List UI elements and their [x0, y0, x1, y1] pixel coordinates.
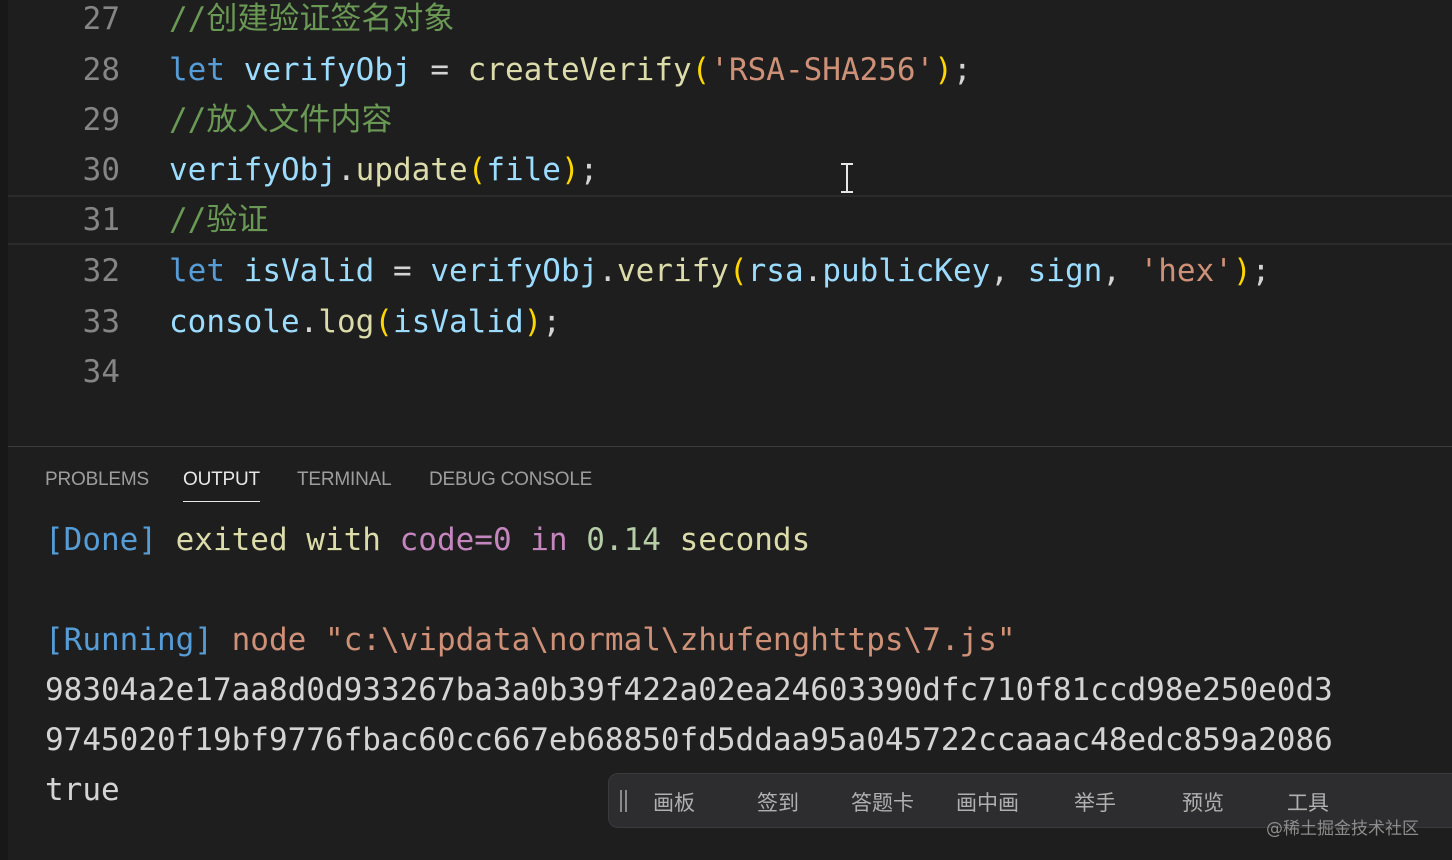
- toolbar-item-answer-card[interactable]: 答题卡: [851, 787, 914, 817]
- exit-code: code=0: [399, 522, 512, 558]
- running-path: "c:\vipdata\normal\zhufenghttps\7.js": [324, 622, 1016, 658]
- line-number: 33: [82, 304, 120, 340]
- object-name: console: [169, 304, 300, 340]
- dot: .: [598, 253, 617, 289]
- tab-terminal[interactable]: TERMINAL: [297, 469, 392, 491]
- line-number: 29: [82, 102, 120, 138]
- toolbar-item-picture-in-picture[interactable]: 画中画: [956, 787, 1019, 817]
- keyword: let: [169, 52, 225, 88]
- output-line-running: [Running] node "c:\vipdata\normal\zhufen…: [45, 615, 1016, 665]
- code-line[interactable]: 28 let verifyObj = createVerify('RSA-SHA…: [8, 45, 1452, 95]
- comment: //放入文件内容: [169, 102, 393, 138]
- line-number: 30: [82, 152, 120, 188]
- line-code: //创建验证签名对象: [169, 0, 454, 44]
- string-literal: 'hex': [1139, 253, 1233, 289]
- comma: ,: [1102, 253, 1140, 289]
- semicolon: ;: [542, 304, 561, 340]
- line-number: 28: [82, 52, 120, 88]
- line-number: 27: [82, 1, 120, 37]
- activity-strip: [0, 0, 8, 860]
- elapsed-time: 0.14: [586, 522, 661, 558]
- operator: =: [411, 52, 468, 88]
- screen: 27 //创建验证签名对象 28 let verifyObj = createV…: [0, 0, 1452, 860]
- object-name: verifyObj: [430, 253, 599, 289]
- comment: //验证: [169, 202, 269, 238]
- output-result: true: [45, 772, 120, 808]
- object-name: verifyObj: [169, 152, 337, 188]
- comment: //创建验证签名对象: [169, 1, 455, 37]
- code-line-current[interactable]: 31 //验证: [8, 195, 1452, 245]
- line-code: let isValid = verifyObj.verify(rsa.publi…: [169, 246, 1270, 296]
- output-hash-line: 9745020f19bf9776fbac60cc667eb68850fd5dda…: [45, 722, 1333, 758]
- semicolon: ;: [952, 52, 972, 88]
- semicolon: ;: [1251, 253, 1271, 289]
- semicolon: ;: [579, 152, 599, 188]
- code-line[interactable]: 33 console.log(isValid);: [8, 297, 1452, 347]
- output-line-done: [Done] exited with code=0 in 0.14 second…: [45, 515, 810, 565]
- done-tag: [Done]: [45, 522, 157, 558]
- operator: =: [374, 253, 431, 289]
- line-number: 32: [82, 253, 120, 289]
- code-line[interactable]: 34: [8, 347, 1452, 397]
- seconds-label: seconds: [660, 522, 811, 558]
- argument: rsa: [747, 253, 804, 289]
- dot: .: [803, 253, 823, 289]
- tab-output[interactable]: OUTPUT: [183, 469, 260, 502]
- toolbar-item-preview[interactable]: 预览: [1182, 787, 1224, 817]
- variable: verifyObj: [243, 52, 412, 88]
- dot: .: [336, 152, 356, 188]
- bracket: ): [934, 52, 953, 88]
- variable: isValid: [243, 253, 375, 289]
- line-number: 34: [82, 354, 120, 390]
- string-literal: 'RSA-SHA256': [710, 52, 935, 88]
- bracket: ): [1232, 253, 1252, 289]
- argument: file: [486, 152, 561, 188]
- running-tag: [Running]: [45, 622, 213, 658]
- code-line[interactable]: 29 //放入文件内容: [8, 95, 1452, 145]
- bracket: (: [691, 52, 711, 88]
- tab-debug-console[interactable]: DEBUG CONSOLE: [429, 469, 592, 491]
- line-code: let verifyObj = createVerify('RSA-SHA256…: [169, 45, 972, 95]
- function-name: verify: [616, 253, 729, 289]
- line-code: verifyObj.update(file);: [169, 145, 598, 195]
- drag-handle-icon[interactable]: [620, 790, 628, 812]
- panel-tabs: PROBLEMS OUTPUT TERMINAL DEBUG CONSOLE: [8, 447, 1452, 511]
- argument: publicKey: [822, 253, 991, 289]
- bracket: (: [467, 152, 487, 188]
- done-in: in: [511, 522, 587, 558]
- argument: isValid: [393, 304, 524, 340]
- bracket: (: [728, 253, 748, 289]
- bracket: ): [523, 304, 543, 340]
- function-name: log: [318, 304, 375, 340]
- bracket: (: [374, 304, 393, 340]
- text-cursor-icon: [840, 163, 854, 193]
- comma: ,: [990, 253, 1028, 289]
- code-editor[interactable]: 27 //创建验证签名对象 28 let verifyObj = createV…: [8, 0, 1452, 446]
- dot: .: [299, 304, 319, 340]
- code-line[interactable]: 30 verifyObj.update(file);: [8, 145, 1452, 195]
- done-text: exited with: [156, 522, 400, 558]
- code-line[interactable]: 32 let isValid = verifyObj.verify(rsa.pu…: [8, 246, 1452, 296]
- running-command: node: [212, 622, 325, 658]
- line-code: //放入文件内容: [169, 95, 392, 145]
- argument: sign: [1027, 253, 1103, 289]
- toolbar-item-drawing-board[interactable]: 画板: [653, 787, 695, 817]
- output-hash-line: 98304a2e17aa8d0d933267ba3a0b39f422a02ea2…: [45, 672, 1333, 708]
- toolbar-item-check-in[interactable]: 签到: [757, 787, 799, 817]
- toolbar-item-tools[interactable]: 工具: [1287, 787, 1329, 817]
- watermark: @稀土掘金技术社区: [1266, 819, 1419, 839]
- line-code: //验证: [169, 195, 268, 245]
- function-name: update: [355, 152, 468, 188]
- line-code: console.log(isValid);: [169, 297, 561, 347]
- toolbar-item-raise-hand[interactable]: 举手: [1074, 787, 1116, 817]
- code-line[interactable]: 27 //创建验证签名对象: [8, 0, 1452, 44]
- line-number: 31: [82, 202, 120, 238]
- function-name: createVerify: [467, 52, 692, 88]
- keyword: let: [169, 253, 225, 289]
- tab-problems[interactable]: PROBLEMS: [45, 469, 149, 491]
- bracket: ): [560, 152, 580, 188]
